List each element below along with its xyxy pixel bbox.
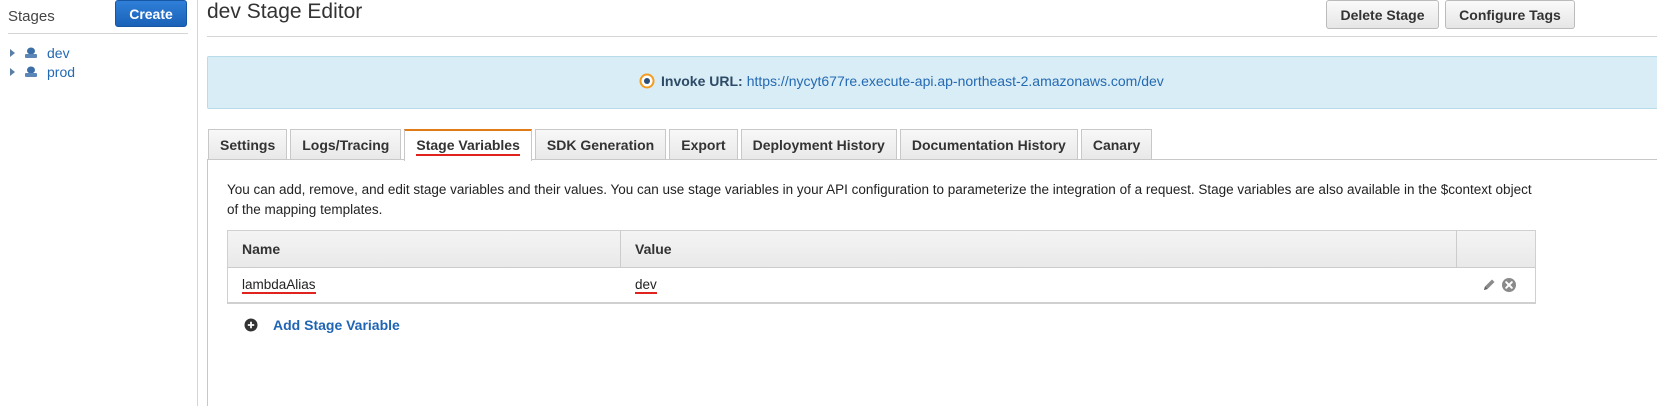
stage-icon	[25, 47, 37, 58]
column-header-actions	[1457, 231, 1535, 267]
stage-item-label[interactable]: prod	[47, 64, 75, 80]
column-header-name: Name	[228, 231, 621, 267]
add-stage-variable-label[interactable]: Add Stage Variable	[273, 317, 400, 333]
plus-circle-icon	[244, 318, 258, 332]
variable-name: lambdaAlias	[242, 276, 316, 294]
tab-label: Export	[681, 137, 726, 153]
invoke-url-row: Invoke URL: https://nycyt677re.execute-a…	[639, 73, 1164, 89]
remove-circle-icon[interactable]	[1501, 277, 1517, 293]
create-button[interactable]: Create	[115, 0, 187, 27]
delete-stage-button[interactable]: Delete Stage	[1326, 0, 1439, 29]
stage-icon	[25, 66, 37, 77]
table-header: Name Value	[228, 231, 1535, 268]
stage-variables-description: You can add, remove, and edit stage vari…	[227, 182, 1532, 217]
tab-settings[interactable]: Settings	[208, 129, 288, 160]
tab-label: Stage Variables	[416, 137, 520, 156]
invoke-url-link[interactable]: https://nycyt677re.execute-api.ap-northe…	[747, 73, 1164, 89]
tab-label: Documentation History	[911, 137, 1066, 153]
stage-item-prod[interactable]: prod	[10, 62, 75, 81]
invoke-url-banner: Invoke URL: https://nycyt677re.execute-a…	[207, 56, 1657, 109]
tab-deployment-history[interactable]: Deployment History	[740, 129, 897, 160]
sidebar-divider	[8, 33, 188, 34]
stage-variables-table: Name Value lambdaAlias dev	[227, 230, 1536, 304]
stage-item-label[interactable]: dev	[47, 45, 70, 61]
expand-caret-icon[interactable]	[10, 67, 15, 76]
variable-value-cell: dev	[621, 268, 1457, 302]
tab-label: Deployment History	[752, 137, 885, 153]
tab-label: Logs/Tracing	[302, 137, 390, 153]
title-divider	[207, 36, 1657, 37]
tab-logs-tracing[interactable]: Logs/Tracing	[290, 129, 402, 160]
page-title: dev Stage Editor	[207, 0, 363, 23]
stage-variables-panel: You can add, remove, and edit stage vari…	[207, 159, 1657, 406]
tab-canary[interactable]: Canary	[1080, 129, 1153, 160]
stage-editor-tabs: Settings Logs/Tracing Stage Variables SD…	[208, 129, 1155, 161]
variable-name-cell: lambdaAlias	[228, 268, 621, 302]
tab-label: Settings	[220, 137, 276, 153]
tab-label: Canary	[1092, 137, 1141, 153]
add-stage-variable-button[interactable]: Add Stage Variable	[244, 317, 400, 333]
stages-sidebar: Stages Create dev prod	[0, 0, 198, 406]
table-row: lambdaAlias dev	[228, 268, 1535, 303]
tab-label: SDK Generation	[546, 137, 655, 153]
sidebar-header: Stages	[8, 8, 55, 25]
stage-tree: dev prod	[10, 43, 75, 81]
expand-caret-icon[interactable]	[10, 48, 15, 57]
stage-item-dev[interactable]: dev	[10, 43, 75, 62]
tab-sdk-generation[interactable]: SDK Generation	[534, 129, 667, 160]
column-header-value: Value	[621, 231, 1457, 267]
tab-export[interactable]: Export	[669, 129, 738, 160]
row-actions	[1457, 268, 1535, 302]
invoke-url-label: Invoke URL:	[661, 73, 743, 89]
invoke-status-icon	[639, 73, 655, 89]
tab-documentation-history[interactable]: Documentation History	[899, 129, 1078, 160]
configure-tags-button[interactable]: Configure Tags	[1445, 0, 1575, 29]
tab-stage-variables[interactable]: Stage Variables	[404, 129, 532, 161]
pencil-icon[interactable]	[1481, 277, 1497, 293]
variable-value: dev	[635, 276, 657, 294]
